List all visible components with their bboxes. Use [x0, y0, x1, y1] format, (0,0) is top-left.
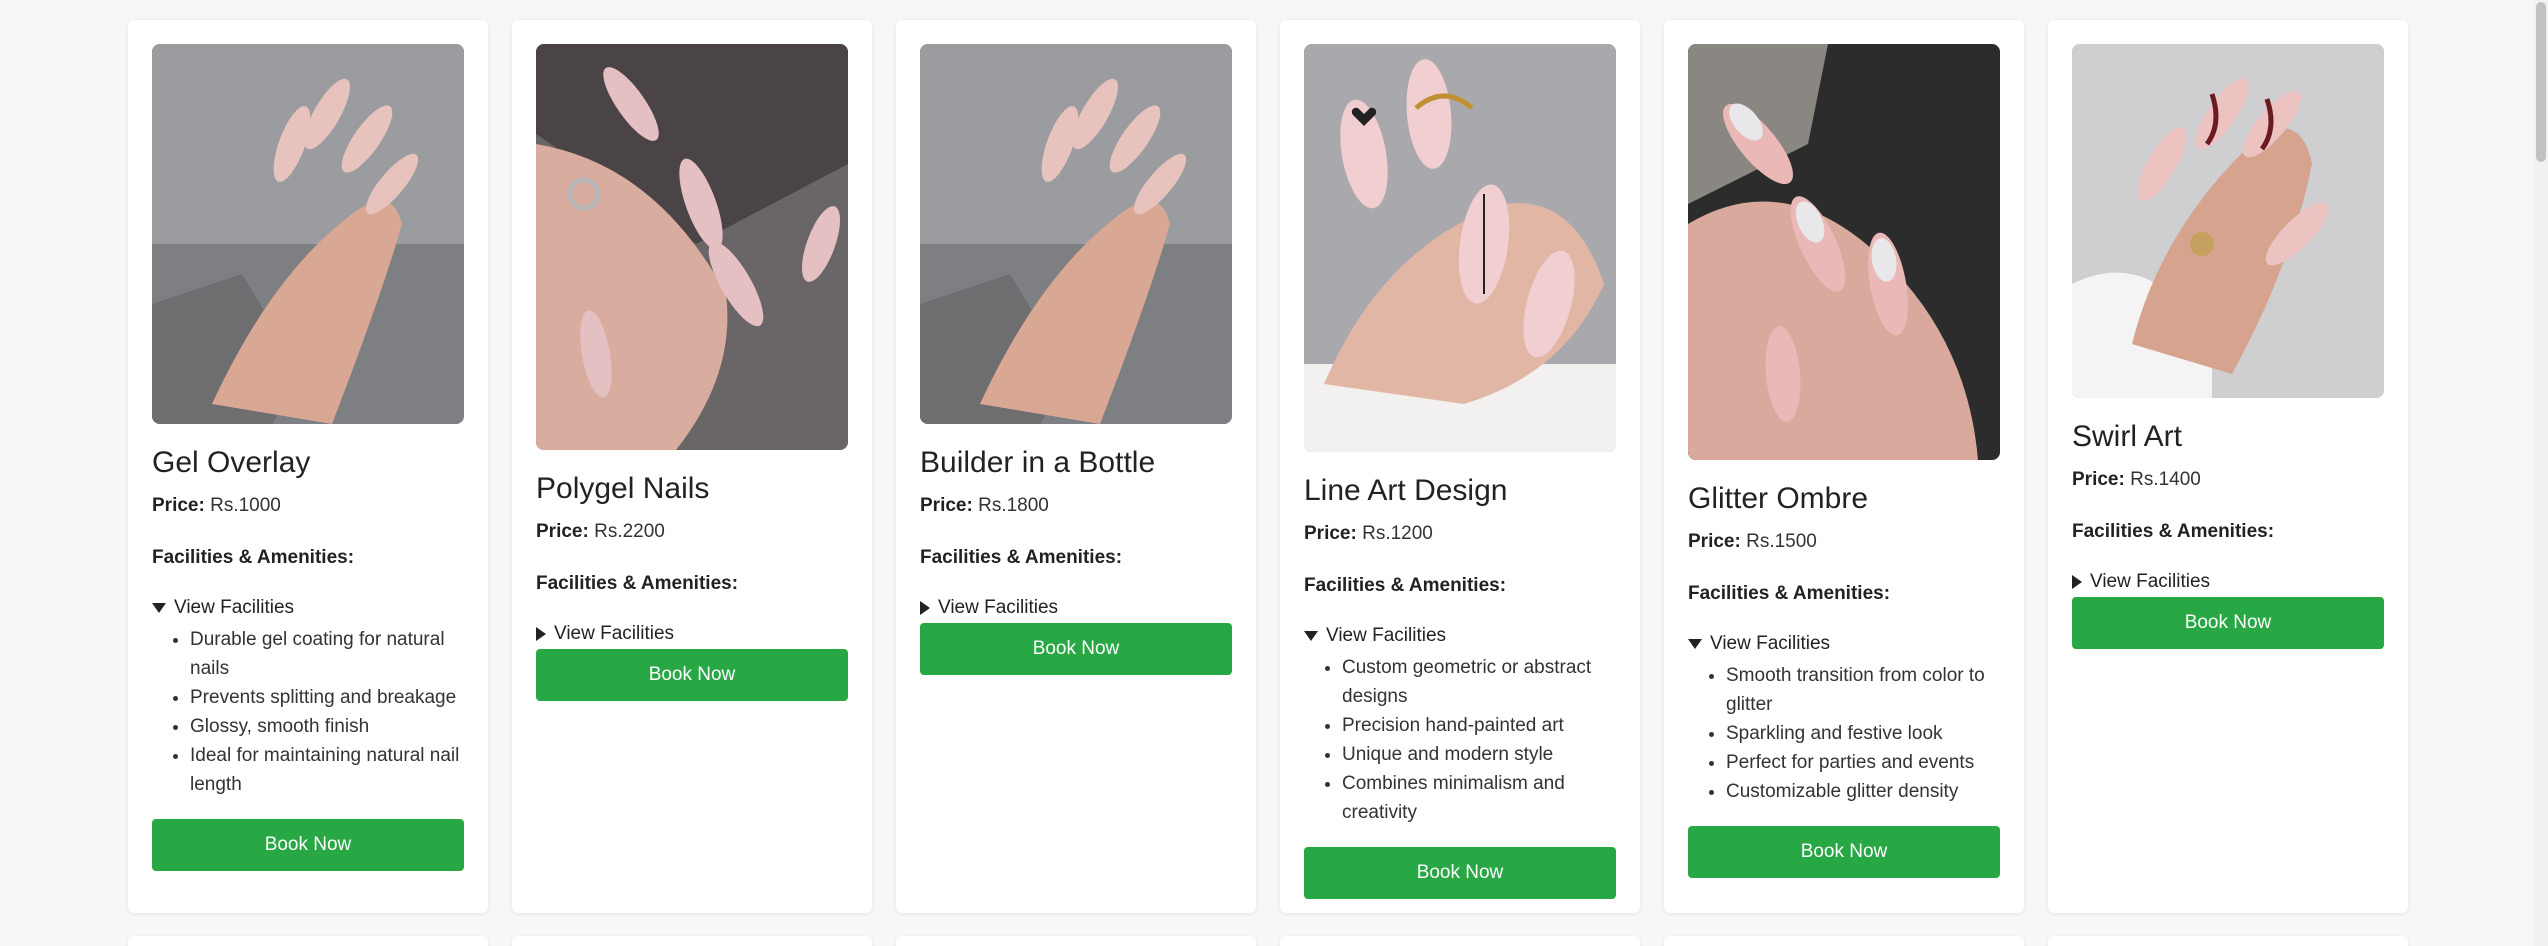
service-price: Price: Rs.1800 — [920, 495, 1232, 517]
service-card — [1280, 936, 1640, 946]
list-item: Durable gel coating for natural nails — [190, 625, 464, 683]
list-item: Perfect for parties and events — [1726, 748, 2000, 777]
price-value: Rs.2200 — [594, 520, 665, 542]
view-facilities-label: View Facilities — [1326, 624, 1447, 646]
next-row-cards — [128, 936, 2408, 946]
price-label: Price: — [920, 494, 973, 516]
gel-overlay-photo — [152, 44, 464, 424]
view-facilities-label: View Facilities — [1710, 632, 1831, 654]
expanded-triangle-icon — [1304, 630, 1318, 641]
service-card-builder-in-a-bottle: Builder in a Bottle Price: Rs.1800 Facil… — [896, 20, 1256, 913]
view-facilities-toggle[interactable]: View Facilities — [1304, 625, 1616, 647]
service-price: Price: Rs.1500 — [1688, 531, 2000, 553]
price-label: Price: — [2072, 468, 2125, 490]
service-price: Price: Rs.1000 — [152, 495, 464, 517]
price-label: Price: — [1304, 522, 1357, 544]
price-value: Rs.1400 — [2130, 468, 2201, 490]
book-now-button[interactable]: Book Now — [2072, 596, 2384, 649]
book-now-button[interactable]: Book Now — [920, 622, 1232, 675]
view-facilities-label: View Facilities — [2090, 570, 2211, 592]
collapsed-triangle-icon — [2072, 574, 2082, 589]
facilities-heading: Facilities & Amenities: — [1688, 582, 1891, 604]
services-page: Gel Overlay Price: Rs.1000 Facilities & … — [0, 0, 2548, 946]
book-now-button[interactable]: Book Now — [536, 648, 848, 701]
expanded-triangle-icon — [1688, 638, 1702, 649]
expanded-triangle-icon — [152, 602, 166, 613]
service-price: Price: Rs.1200 — [1304, 523, 1616, 545]
price-value: Rs.1800 — [978, 494, 1049, 516]
price-label: Price: — [152, 494, 205, 516]
view-facilities-label: View Facilities — [554, 622, 675, 644]
view-facilities-label: View Facilities — [938, 596, 1059, 618]
view-facilities-toggle[interactable]: View Facilities — [152, 597, 464, 619]
facilities-heading: Facilities & Amenities: — [152, 546, 355, 568]
service-card-swirl-art: Swirl Art Price: Rs.1400 Facilities & Am… — [2048, 20, 2408, 913]
collapsed-triangle-icon — [536, 626, 546, 641]
price-label: Price: — [1688, 530, 1741, 552]
list-item: Glossy, smooth finish — [190, 712, 464, 741]
list-item: Smooth transition from color to glitter — [1726, 661, 2000, 719]
service-card-polygel-nails: Polygel Nails Price: Rs.2200 Facilities … — [512, 20, 872, 913]
service-card — [896, 936, 1256, 946]
book-now-button[interactable]: Book Now — [1304, 846, 1616, 899]
price-value: Rs.1200 — [1362, 522, 1433, 544]
book-now-button[interactable]: Book Now — [152, 818, 464, 871]
service-card-gel-overlay: Gel Overlay Price: Rs.1000 Facilities & … — [128, 20, 488, 913]
service-title: Line Art Design — [1304, 474, 1508, 507]
view-facilities-toggle[interactable]: View Facilities — [536, 623, 848, 645]
service-title: Builder in a Bottle — [920, 446, 1156, 479]
swirl-art-photo — [2072, 44, 2384, 398]
polygel-nails-photo — [536, 44, 848, 450]
service-price: Price: Rs.1400 — [2072, 469, 2384, 491]
service-title: Glitter Ombre — [1688, 482, 1869, 515]
book-now-button[interactable]: Book Now — [1688, 825, 2000, 878]
service-card — [512, 936, 872, 946]
service-card — [128, 936, 488, 946]
service-card — [1664, 936, 2024, 946]
service-title: Polygel Nails — [536, 472, 710, 505]
price-value: Rs.1000 — [210, 494, 281, 516]
glitter-ombre-photo — [1688, 44, 2000, 460]
list-item: Ideal for maintaining natural nail lengt… — [190, 741, 464, 799]
page-scrollbar[interactable] — [2534, 0, 2548, 946]
list-item: Sparkling and festive look — [1726, 719, 2000, 748]
list-item: Precision hand-painted art — [1342, 711, 1616, 740]
view-facilities-toggle[interactable]: View Facilities — [2072, 571, 2384, 593]
facilities-heading: Facilities & Amenities: — [536, 572, 739, 594]
line-art-design-photo — [1304, 44, 1616, 452]
list-item: Unique and modern style — [1342, 740, 1616, 769]
service-title: Swirl Art — [2072, 420, 2183, 453]
facilities-heading: Facilities & Amenities: — [1304, 574, 1507, 596]
facilities-list: Smooth transition from color to glitter … — [1688, 661, 2000, 806]
facilities-heading: Facilities & Amenities: — [920, 546, 1123, 568]
service-card-glitter-ombre: Glitter Ombre Price: Rs.1500 Facilities … — [1664, 20, 2024, 913]
service-title: Gel Overlay — [152, 446, 311, 479]
list-item: Custom geometric or abstract designs — [1342, 653, 1616, 711]
list-item: Combines minimalism and creativity — [1342, 769, 1616, 827]
view-facilities-toggle[interactable]: View Facilities — [920, 597, 1232, 619]
view-facilities-label: View Facilities — [174, 596, 295, 618]
view-facilities-toggle[interactable]: View Facilities — [1688, 633, 2000, 655]
collapsed-triangle-icon — [920, 600, 930, 615]
facilities-list: Durable gel coating for natural nails Pr… — [152, 625, 464, 799]
service-card — [2048, 936, 2408, 946]
price-label: Price: — [536, 520, 589, 542]
price-value: Rs.1500 — [1746, 530, 1817, 552]
service-card-grid: Gel Overlay Price: Rs.1000 Facilities & … — [128, 20, 2408, 913]
scrollbar-thumb[interactable] — [2536, 2, 2546, 162]
builder-in-a-bottle-photo — [920, 44, 1232, 424]
service-card-line-art-design: Line Art Design Price: Rs.1200 Facilitie… — [1280, 20, 1640, 913]
facilities-heading: Facilities & Amenities: — [2072, 520, 2275, 542]
facilities-list: Custom geometric or abstract designs Pre… — [1304, 653, 1616, 827]
list-item: Customizable glitter density — [1726, 777, 2000, 806]
list-item: Prevents splitting and breakage — [190, 683, 464, 712]
service-price: Price: Rs.2200 — [536, 521, 848, 543]
